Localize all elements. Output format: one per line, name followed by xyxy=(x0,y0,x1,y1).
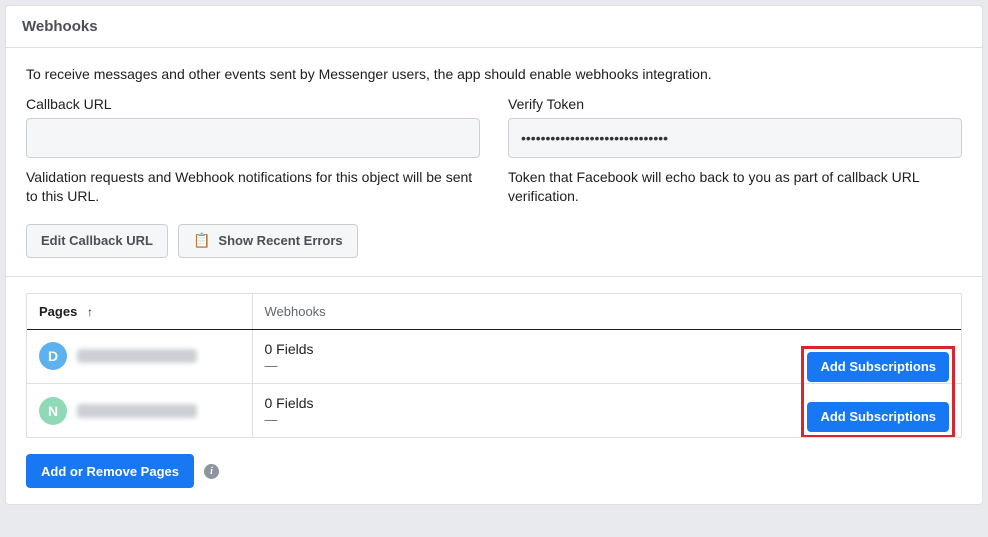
pages-section: Pages ↑ Webhooks D xyxy=(6,276,982,504)
pages-column-header[interactable]: Pages ↑ xyxy=(27,294,252,330)
page-name-redacted xyxy=(77,349,197,363)
page-name-redacted xyxy=(77,404,197,418)
callback-url-help: Validation requests and Webhook notifica… xyxy=(26,168,480,206)
button-row: Edit Callback URL 📋 Show Recent Errors xyxy=(26,224,962,258)
page-avatar: N xyxy=(39,397,67,425)
webhooks-column-header: Webhooks xyxy=(252,294,961,330)
clipboard-icon: 📋 xyxy=(193,232,210,249)
show-recent-errors-button[interactable]: 📋 Show Recent Errors xyxy=(178,224,358,258)
card-body: To receive messages and other events sen… xyxy=(6,48,982,276)
fields-count: 0 Fields xyxy=(265,394,790,412)
intro-text: To receive messages and other events sen… xyxy=(26,66,962,82)
sort-up-icon: ↑ xyxy=(87,305,93,319)
add-or-remove-pages-button[interactable]: Add or Remove Pages xyxy=(26,454,194,488)
fields-count: 0 Fields xyxy=(265,340,790,358)
pages-table: Pages ↑ Webhooks D xyxy=(26,293,962,438)
form-row: Callback URL Validation requests and Web… xyxy=(26,96,962,206)
info-icon[interactable]: i xyxy=(204,464,219,479)
verify-col: Verify Token Token that Facebook will ec… xyxy=(508,96,962,206)
verify-token-help: Token that Facebook will echo back to yo… xyxy=(508,168,962,206)
footer-row: Add or Remove Pages i xyxy=(26,454,962,488)
add-subscriptions-button[interactable]: Add Subscriptions xyxy=(807,352,949,382)
fields-sub: — xyxy=(265,412,790,427)
page-avatar: D xyxy=(39,342,67,370)
show-errors-label: Show Recent Errors xyxy=(218,233,342,248)
edit-callback-button[interactable]: Edit Callback URL xyxy=(26,224,168,258)
page-cell: D xyxy=(39,342,240,370)
verify-token-label: Verify Token xyxy=(508,96,962,112)
table-row: N 0 Fields — Add Subscriptions Add Subsc… xyxy=(27,383,961,437)
fields-sub: — xyxy=(265,358,790,373)
callback-url-input[interactable] xyxy=(26,118,480,158)
webhooks-card: Webhooks To receive messages and other e… xyxy=(5,5,983,505)
card-title: Webhooks xyxy=(22,18,98,35)
add-subscriptions-button[interactable]: Add Subscriptions xyxy=(807,402,949,432)
callback-url-label: Callback URL xyxy=(26,96,480,112)
highlight-box: Add Subscriptions Add Subscriptions xyxy=(801,346,955,438)
verify-token-input[interactable] xyxy=(508,118,962,158)
page-cell: N xyxy=(39,397,240,425)
callback-col: Callback URL Validation requests and Web… xyxy=(26,96,480,206)
pages-header-label: Pages xyxy=(39,304,77,319)
card-header: Webhooks xyxy=(6,6,982,48)
